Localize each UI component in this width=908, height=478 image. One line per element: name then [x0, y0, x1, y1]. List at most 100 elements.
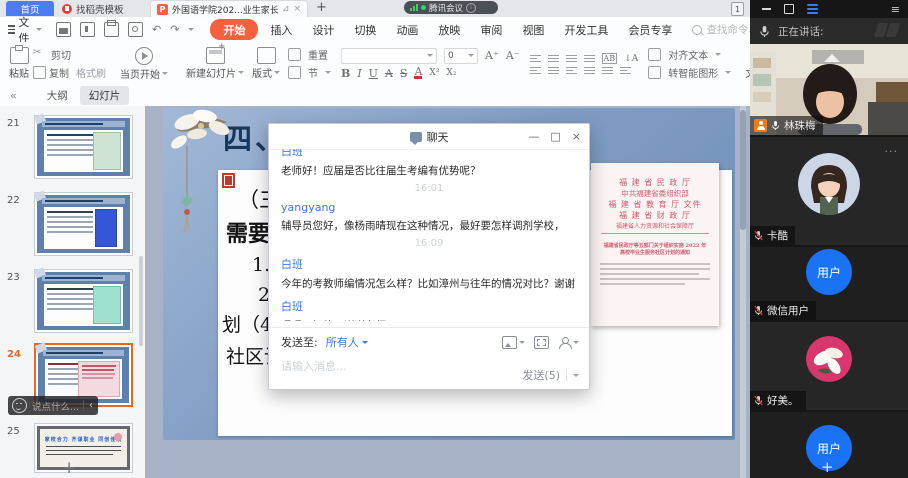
slide-thumbnail-23[interactable]	[34, 269, 133, 333]
indent-decrease-icon[interactable]	[566, 55, 577, 62]
image-attach-button[interactable]	[502, 336, 525, 349]
bullet-list-icon[interactable]	[530, 55, 541, 62]
more-caret-icon[interactable]	[188, 28, 194, 31]
ribbon-tab-slideshow[interactable]: 放映	[428, 20, 470, 40]
thumbnail-scrollbar[interactable]	[139, 256, 143, 346]
chat-maximize-button[interactable]: □	[550, 130, 560, 143]
file-menu[interactable]: 文件	[8, 14, 42, 46]
ribbon-tab-insert[interactable]: 插入	[260, 20, 302, 40]
ribbon-tab-design[interactable]: 设计	[302, 20, 344, 40]
shrink-font-button[interactable]: A⁻	[506, 49, 520, 62]
chat-input[interactable]: 请输入消息...	[281, 358, 347, 374]
maximize-icon[interactable]	[784, 4, 794, 14]
pin-icon[interactable]: ⊿	[282, 4, 290, 14]
slide-thumbnail-22[interactable]	[34, 192, 133, 256]
text-direction-button[interactable]: AB	[602, 53, 618, 64]
send-to-select[interactable]: 所有人	[326, 334, 368, 350]
section-button[interactable]: 节	[288, 65, 331, 80]
justify-icon[interactable]	[584, 67, 595, 74]
collapse-panel-icon[interactable]: ≡	[891, 3, 900, 16]
more-options-icon[interactable]: ···	[885, 145, 899, 158]
collapse-panel-button[interactable]: «	[10, 89, 17, 102]
undo-icon[interactable]: ↶	[152, 23, 161, 36]
redo-icon[interactable]: ↷	[170, 23, 179, 36]
save-icon[interactable]	[56, 22, 71, 37]
new-slide-button[interactable]: 新建幻灯片	[182, 47, 248, 80]
slide-thumbnail-25[interactable]: 家校合力 齐谋职业 同创佳绩	[34, 423, 133, 473]
chat-sender: 白班	[281, 149, 577, 159]
participant-tile-video[interactable]: 林珠梅	[750, 44, 908, 135]
print-icon[interactable]	[104, 22, 119, 37]
font-color-button[interactable]: A	[414, 67, 422, 79]
numbered-list-icon[interactable]	[548, 55, 559, 62]
ribbon-tab-view[interactable]: 视图	[512, 20, 554, 40]
tab-slides[interactable]: 幻灯片	[80, 86, 130, 105]
line-spacing-icon[interactable]	[602, 67, 613, 74]
screenshot-button[interactable]	[534, 336, 549, 349]
chat-close-button[interactable]: ×	[572, 130, 581, 143]
align-right-icon[interactable]	[566, 67, 577, 74]
main-scrollbar[interactable]	[740, 106, 746, 478]
tab-outline[interactable]: 大纲	[47, 88, 68, 103]
participant-tile[interactable]: 用户 微信用户	[750, 247, 908, 320]
font-name-select[interactable]	[341, 48, 437, 64]
subscript-button[interactable]: X₂	[446, 68, 456, 78]
meeting-floating-pill[interactable]: 腾讯会议 i	[404, 1, 498, 14]
participant-tile[interactable]: 好美。	[750, 322, 908, 410]
send-button[interactable]: 发送(5)	[522, 367, 579, 383]
tab-close-icon[interactable]: ×	[293, 4, 301, 14]
cut-icon	[33, 49, 44, 60]
align-center-icon[interactable]	[548, 67, 559, 74]
copy-button[interactable]: 复制	[33, 65, 69, 80]
align-left-icon[interactable]	[530, 67, 541, 74]
superscript-button[interactable]: X²	[429, 68, 439, 78]
meeting-window-controls: ≡	[750, 0, 908, 18]
layout-toggle-icon[interactable]	[807, 4, 818, 15]
emoji-icon[interactable]	[12, 398, 27, 413]
distribute-icon[interactable]	[620, 67, 631, 74]
export-icon[interactable]	[80, 22, 95, 37]
underline-button[interactable]: U	[369, 67, 378, 80]
chat-message-list[interactable]: 白班 老师好！应届是否比往届生考编有优势呢？ 16:01 yangyang 辅导…	[281, 149, 577, 321]
ribbon-tab-home[interactable]: 开始	[210, 19, 258, 40]
quick-chat-placeholder[interactable]: 说点什么...	[32, 399, 79, 413]
send-options-caret-icon[interactable]	[573, 374, 579, 377]
font-size-select[interactable]: 0	[444, 48, 478, 64]
layout-button[interactable]: 版式	[248, 47, 284, 80]
bold-button[interactable]: B	[341, 67, 350, 80]
strikethrough-button[interactable]: S	[400, 67, 408, 80]
cut-button[interactable]: 剪切	[33, 47, 106, 62]
meeting-quick-chat-bar[interactable]: 说点什么... ‹	[8, 396, 98, 415]
chat-minimize-button[interactable]: —	[528, 130, 539, 143]
slide-thumbnail-21[interactable]	[34, 115, 133, 179]
grow-font-button[interactable]: A⁺	[485, 49, 499, 62]
paste-button[interactable]: 粘贴	[5, 47, 33, 80]
info-icon[interactable]: i	[466, 3, 476, 13]
vertical-text-button[interactable]: ↓A	[624, 54, 638, 64]
ribbon-tab-transition[interactable]: 切换	[344, 20, 386, 40]
reset-button[interactable]: 重置	[288, 47, 331, 62]
indent-increase-icon[interactable]	[584, 55, 595, 62]
italic-button[interactable]: I	[357, 67, 361, 80]
collapse-arrow-icon[interactable]: ‹	[89, 400, 93, 411]
minimize-icon[interactable]	[762, 8, 771, 10]
preview-icon[interactable]	[128, 22, 143, 37]
add-slide-button[interactable]: +	[62, 458, 76, 478]
tab-document[interactable]: P 外国语学院202...业生家长会3.0 ⊿ ×	[150, 0, 308, 17]
strikethrough-a-button[interactable]: A	[385, 67, 393, 80]
smartart-button[interactable]: 转智能图形	[648, 65, 731, 80]
sidebar-add-icon[interactable]: +	[821, 458, 834, 476]
ribbon-tab-devtools[interactable]: 开发工具	[554, 20, 618, 40]
ribbon-tab-member[interactable]: 会员专享	[618, 20, 682, 40]
align-text-button[interactable]: 对齐文本	[648, 47, 731, 62]
official-document-image[interactable]: 福 建 省 民 政 厅 中共福建省委组织部 福 建 省 教 育 厅 文件 福 建…	[591, 163, 719, 326]
ribbon-tab-animation[interactable]: 动画	[386, 20, 428, 40]
mention-button[interactable]	[558, 337, 579, 348]
meeting-logo-watermark	[876, 23, 898, 37]
tab-docer-templates[interactable]: 找稻壳模板	[62, 1, 124, 16]
play-from-page-button[interactable]: 当页开始	[116, 47, 172, 81]
participant-tile[interactable]: ··· 卡酷	[750, 137, 908, 245]
format-painter-button[interactable]: 格式刷	[76, 65, 106, 80]
new-tab-button[interactable]: +	[316, 0, 327, 15]
ribbon-tab-review[interactable]: 审阅	[470, 20, 512, 40]
